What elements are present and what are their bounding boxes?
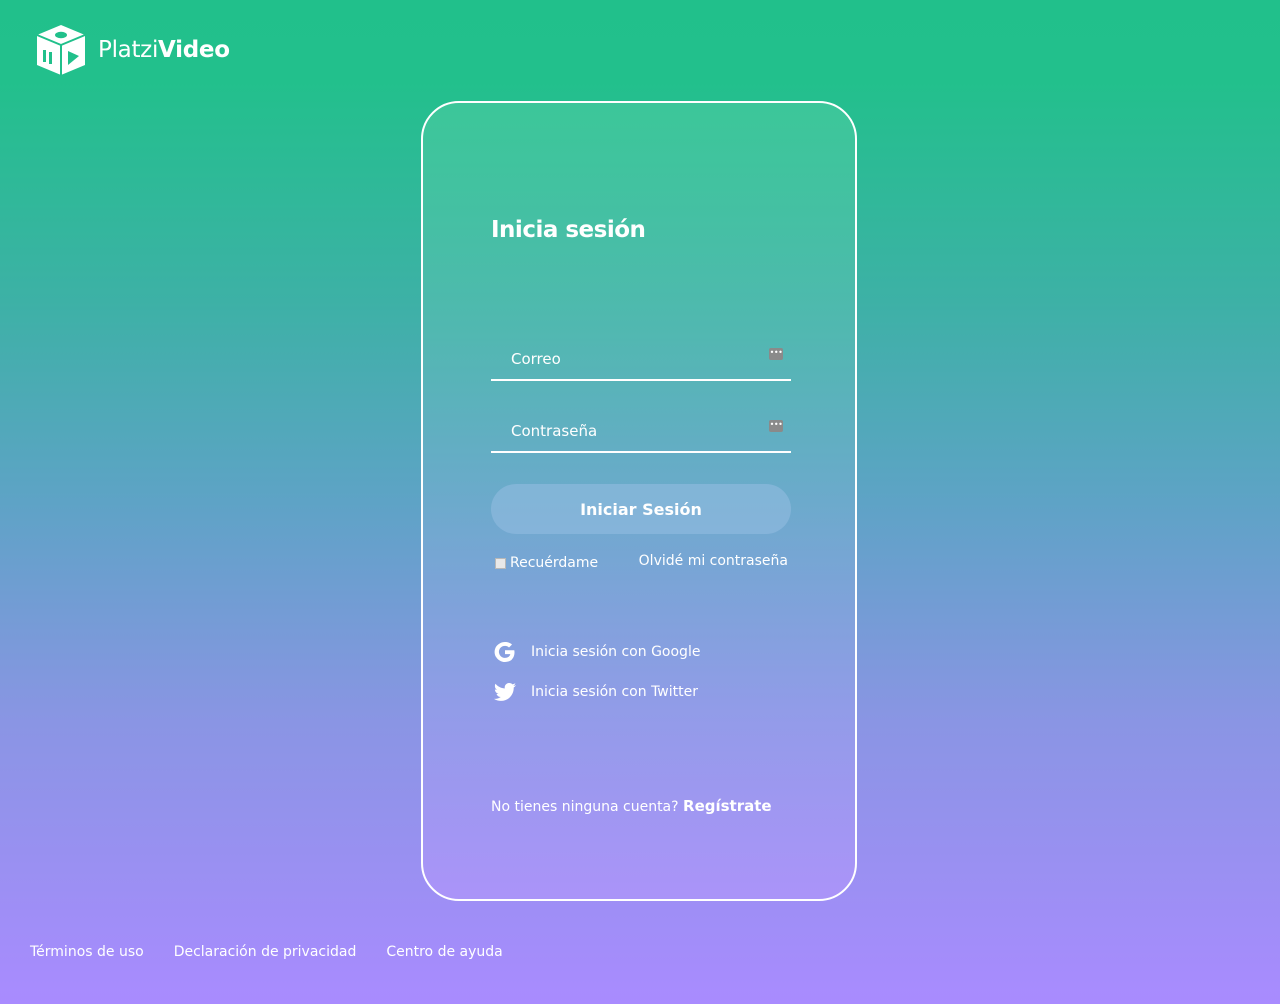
footer: Términos de uso Declaración de privacida…: [30, 944, 533, 960]
remember-label: Recuérdame: [510, 555, 599, 571]
google-login-link[interactable]: Inicia sesión con Google: [531, 644, 700, 660]
header: PlatziVideo: [34, 22, 230, 78]
twitter-login-link[interactable]: Inicia sesión con Twitter: [531, 684, 698, 700]
brand-name-bold: Video: [158, 36, 230, 63]
login-card: Inicia sesión ••• ••• Iniciar Sesión Rec…: [421, 101, 857, 901]
twitter-login[interactable]: Inicia sesión con Twitter: [493, 680, 698, 704]
login-title: Inicia sesión: [491, 217, 646, 243]
brand-name: PlatziVideo: [98, 36, 230, 63]
footer-link-privacy[interactable]: Declaración de privacidad: [174, 944, 357, 960]
password-manager-key-icon[interactable]: •••: [769, 420, 783, 432]
forgot-password-link[interactable]: Olvidé mi contraseña: [639, 553, 788, 569]
login-button[interactable]: Iniciar Sesión: [491, 484, 791, 534]
footer-link-help[interactable]: Centro de ayuda: [386, 944, 502, 960]
email-input[interactable]: [491, 339, 791, 379]
remember-checkbox[interactable]: [495, 557, 506, 569]
signup-prompt: No tienes ninguna cuenta? Regístrate: [491, 797, 772, 815]
password-input[interactable]: [491, 411, 791, 451]
email-field-container: •••: [491, 339, 791, 381]
signup-prompt-text: No tienes ninguna cuenta?: [491, 799, 679, 815]
remember-me[interactable]: Recuérdame: [495, 555, 598, 571]
brand-name-light: Platzi: [98, 36, 159, 63]
password-field-container: •••: [491, 411, 791, 453]
google-login[interactable]: Inicia sesión con Google: [493, 640, 700, 664]
twitter-icon: [494, 683, 516, 701]
signup-link[interactable]: Regístrate: [683, 797, 772, 815]
platzi-video-logo-icon[interactable]: [34, 23, 88, 77]
google-icon: [494, 642, 515, 662]
password-manager-key-icon[interactable]: •••: [769, 348, 783, 360]
footer-link-terms[interactable]: Términos de uso: [30, 944, 144, 960]
